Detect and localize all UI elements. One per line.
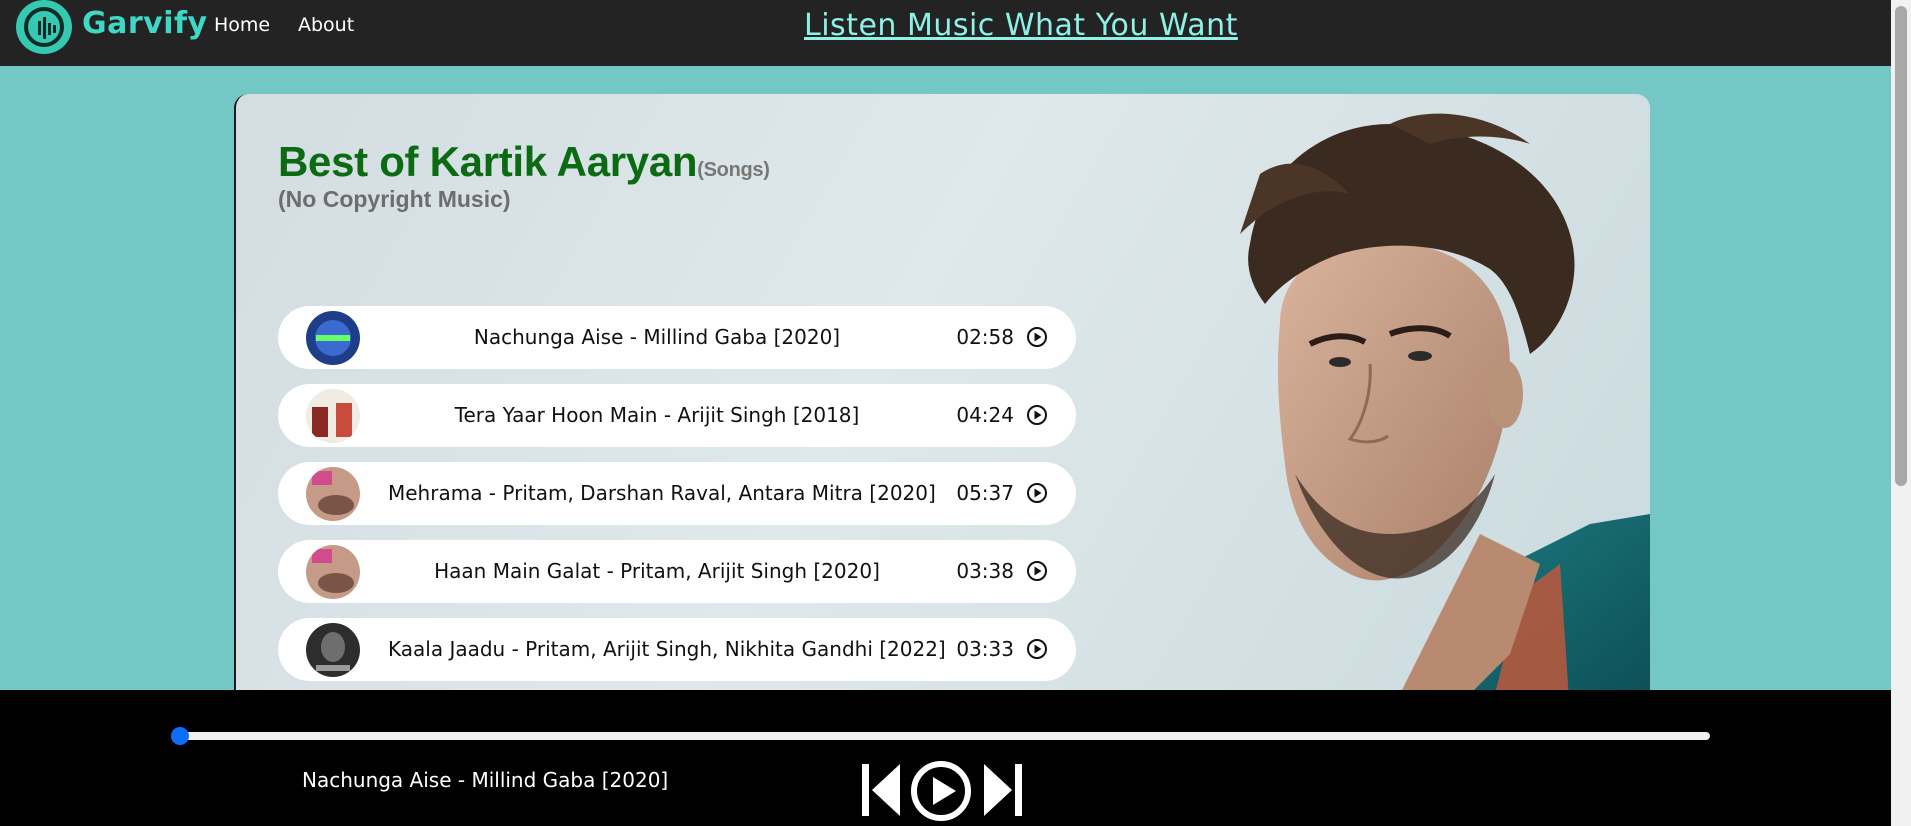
progress-thumb[interactable]: [171, 727, 189, 745]
song-cover: [306, 467, 360, 521]
song-duration: 04:24: [956, 403, 1014, 427]
song-duration: 03:33: [956, 637, 1014, 661]
playlist-subtitle: (No Copyright Music): [278, 186, 511, 212]
playlist-title-text: Best of Kartik Aaryan: [278, 138, 698, 185]
song-item[interactable]: Nachunga Aise - Millind Gaba [2020] 02:5…: [278, 306, 1076, 369]
song-item[interactable]: Mehrama - Pritam, Darshan Raval, Antara …: [278, 462, 1076, 525]
song-name: Nachunga Aise - Millind Gaba [2020]: [473, 325, 841, 349]
play-circle-icon[interactable]: [1026, 326, 1048, 348]
nav-about-link[interactable]: About: [298, 14, 354, 36]
site-tagline: Listen Music What You Want: [804, 8, 1238, 43]
progress-bar[interactable]: [171, 727, 1710, 745]
skip-previous-icon[interactable]: [860, 762, 902, 818]
nav-home-link[interactable]: Home: [214, 14, 270, 36]
song-name: Haan Main Galat - Pritam, Arijit Singh […: [434, 559, 880, 583]
page-scrollbar[interactable]: [1891, 0, 1911, 826]
playlist-card: Best of Kartik Aaryan(Songs) (No Copyrig…: [234, 94, 1650, 714]
playlist-title-suffix: (Songs): [697, 159, 770, 181]
song-item[interactable]: Kaala Jaadu - Pritam, Arijit Singh, Nikh…: [278, 618, 1076, 681]
song-cover: [306, 623, 360, 677]
song-duration: 03:38: [956, 559, 1014, 583]
play-circle-icon[interactable]: [1026, 638, 1048, 660]
song-name: Kaala Jaadu - Pritam, Arijit Singh, Nikh…: [388, 637, 946, 661]
song-name: Mehrama - Pritam, Darshan Raval, Antara …: [388, 481, 936, 505]
top-navbar: Garvify Home About Listen Music What You…: [0, 0, 1891, 66]
play-icon[interactable]: [910, 760, 972, 822]
playlist-title: Best of Kartik Aaryan(Songs): [278, 138, 770, 186]
now-playing-title: Nachunga Aise - Millind Gaba [2020]: [302, 768, 669, 792]
song-list: Nachunga Aise - Millind Gaba [2020] 02:5…: [278, 306, 1076, 696]
song-item[interactable]: Haan Main Galat - Pritam, Arijit Singh […: [278, 540, 1076, 603]
garvify-logo-icon[interactable]: [16, 0, 72, 54]
play-circle-icon[interactable]: [1026, 482, 1048, 504]
song-duration: 02:58: [956, 325, 1014, 349]
scrollbar-thumb[interactable]: [1895, 6, 1907, 486]
play-circle-icon[interactable]: [1026, 404, 1048, 426]
play-circle-icon[interactable]: [1026, 560, 1048, 582]
song-cover: [306, 311, 360, 365]
brand-name[interactable]: Garvify: [82, 6, 208, 41]
song-cover: [306, 545, 360, 599]
song-duration: 05:37: [956, 481, 1014, 505]
artist-photo: [1240, 113, 1650, 714]
song-name: Tera Yaar Hoon Main - Arijit Singh [2018…: [454, 403, 860, 427]
bottom-player: Nachunga Aise - Millind Gaba [2020]: [0, 690, 1891, 826]
song-item[interactable]: Tera Yaar Hoon Main - Arijit Singh [2018…: [278, 384, 1076, 447]
skip-next-icon[interactable]: [982, 762, 1024, 818]
song-cover: [306, 389, 360, 443]
